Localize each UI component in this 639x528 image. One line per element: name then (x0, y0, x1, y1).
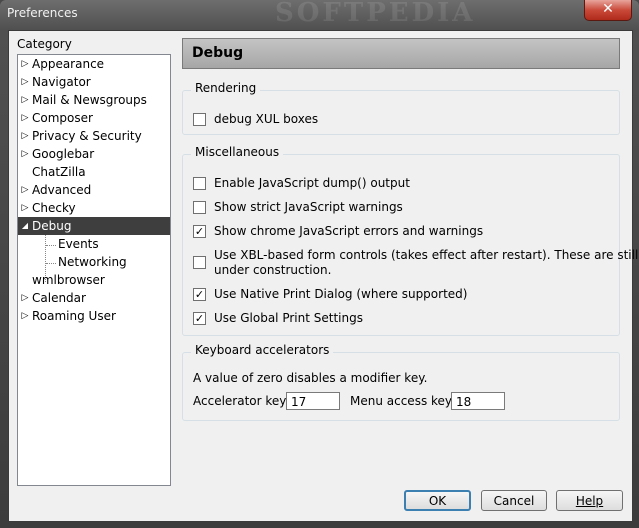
expander-icon[interactable]: ▷ (20, 127, 30, 145)
sidebar-item-privacy-security[interactable]: ▷ Privacy & Security (18, 127, 170, 145)
sidebar-item-roaming-user[interactable]: ▷ Roaming User (18, 307, 170, 325)
sidebar-item-label: Appearance (32, 57, 105, 71)
checkbox-box[interactable] (193, 256, 206, 269)
expander-icon[interactable]: ▷ (20, 307, 30, 325)
miscellaneous-legend: Miscellaneous (191, 145, 284, 159)
checkbox-label: Show strict JavaScript warnings (214, 200, 403, 214)
sidebar-item-label: Roaming User (32, 309, 116, 323)
keyboard-accelerators-group: Keyboard accelerators A value of zero di… (182, 343, 620, 421)
sidebar-item-calendar[interactable]: ▷ Calendar (18, 289, 170, 307)
page-title: Debug (192, 45, 244, 61)
expander-icon[interactable]: ▷ (20, 289, 30, 307)
close-button[interactable]: ✕ (584, 0, 632, 21)
sidebar-item-label: Debug (32, 219, 72, 233)
sidebar-item-label: Checky (32, 201, 76, 215)
checkbox-label: debug XUL boxes (214, 112, 319, 126)
expanded-icon[interactable]: ◢ (20, 217, 30, 235)
expander-icon[interactable]: ▷ (20, 145, 30, 163)
keyboard-legend: Keyboard accelerators (191, 343, 334, 357)
checkbox-label: Use Native Print Dialog (where supported… (214, 287, 468, 301)
sidebar-item-label: Composer (32, 111, 93, 125)
sidebar-item-label: Googlebar (32, 147, 95, 161)
sidebar-item-networking[interactable]: Networking (18, 253, 170, 271)
accelerator-key-input[interactable]: 17 (286, 392, 340, 410)
sidebar-item-label: Mail & Newsgroups (32, 93, 147, 107)
checkmark-icon[interactable]: ✓ (193, 312, 206, 325)
close-icon: ✕ (602, 1, 614, 17)
watermark: SOFTPEDIA (275, 0, 476, 28)
rendering-legend: Rendering (191, 81, 261, 95)
expander-icon[interactable]: ▷ (20, 199, 30, 217)
sidebar-item-appearance[interactable]: ▷ Appearance (18, 55, 170, 73)
expander-icon[interactable]: ▷ (20, 109, 30, 127)
preferences-window: Preferences SOFTPEDIA ✕ Category ▷ Appea… (0, 0, 639, 528)
expander-icon[interactable]: ▷ (20, 181, 30, 199)
checkbox-label: Use Global Print Settings (214, 311, 363, 325)
checkbox-label: Show chrome JavaScript errors and warnin… (214, 224, 484, 238)
checkbox-box[interactable] (193, 177, 206, 190)
sidebar-item-googlebar[interactable]: ▷ Googlebar (18, 145, 170, 163)
accelerator-key-label: Accelerator key: (193, 394, 290, 408)
sidebar-item-chatzilla[interactable]: ChatZilla (18, 163, 170, 181)
checkbox-label-continued: under construction. (214, 263, 332, 277)
sidebar-item-debug[interactable]: ◢ Debug (18, 217, 170, 235)
dialog-body: Category ▷ Appearance ▷ Navigator ▷ Mail… (8, 30, 638, 522)
miscellaneous-group: Miscellaneous Enable JavaScript dump() o… (182, 145, 638, 336)
keyboard-description: A value of zero disables a modifier key. (193, 371, 428, 385)
help-button[interactable]: Help (556, 490, 623, 511)
sidebar-item-mail-newsgroups[interactable]: ▷ Mail & Newsgroups (18, 91, 170, 109)
rendering-group: Rendering debug XUL boxes (182, 81, 620, 135)
sidebar-item-advanced[interactable]: ▷ Advanced (18, 181, 170, 199)
sidebar-item-label: Privacy & Security (32, 129, 142, 143)
ok-button[interactable]: OK (404, 490, 471, 511)
sidebar-item-label: wmlbrowser (32, 273, 105, 287)
sidebar-item-wmlbrowser[interactable]: wmlbrowser (18, 271, 170, 289)
category-tree[interactable]: ▷ Appearance ▷ Navigator ▷ Mail & Newsgr… (17, 54, 171, 486)
expander-icon[interactable]: ▷ (20, 73, 30, 91)
checkbox-box[interactable] (193, 113, 206, 126)
sidebar-item-navigator[interactable]: ▷ Navigator (18, 73, 170, 91)
sidebar-item-label: Navigator (32, 75, 91, 89)
sidebar-item-label: Advanced (32, 183, 92, 197)
window-title: Preferences (7, 6, 78, 20)
checkbox-label: Enable JavaScript dump() output (214, 176, 410, 190)
sidebar-item-events[interactable]: Events (18, 235, 170, 253)
expander-icon[interactable]: ▷ (20, 91, 30, 109)
category-label: Category (17, 37, 72, 51)
cancel-button[interactable]: Cancel (481, 490, 547, 511)
checkmark-icon[interactable]: ✓ (193, 225, 206, 238)
checkmark-icon[interactable]: ✓ (193, 288, 206, 301)
checkbox-box[interactable] (193, 201, 206, 214)
sidebar-item-composer[interactable]: ▷ Composer (18, 109, 170, 127)
menu-access-key-input[interactable]: 18 (451, 392, 505, 410)
sidebar-item-label: Networking (58, 255, 127, 269)
expander-icon[interactable]: ▷ (20, 55, 30, 73)
checkbox-label: Use XBL-based form controls (takes effec… (214, 248, 639, 262)
sidebar-item-label: Calendar (32, 291, 86, 305)
panel-header: Debug (182, 38, 620, 69)
menu-access-key-label: Menu access key: (350, 394, 456, 408)
sidebar-item-label: ChatZilla (32, 165, 86, 179)
sidebar-item-label: Events (58, 237, 99, 251)
title-bar[interactable]: Preferences SOFTPEDIA ✕ (0, 0, 639, 28)
sidebar-item-checky[interactable]: ▷ Checky (18, 199, 170, 217)
